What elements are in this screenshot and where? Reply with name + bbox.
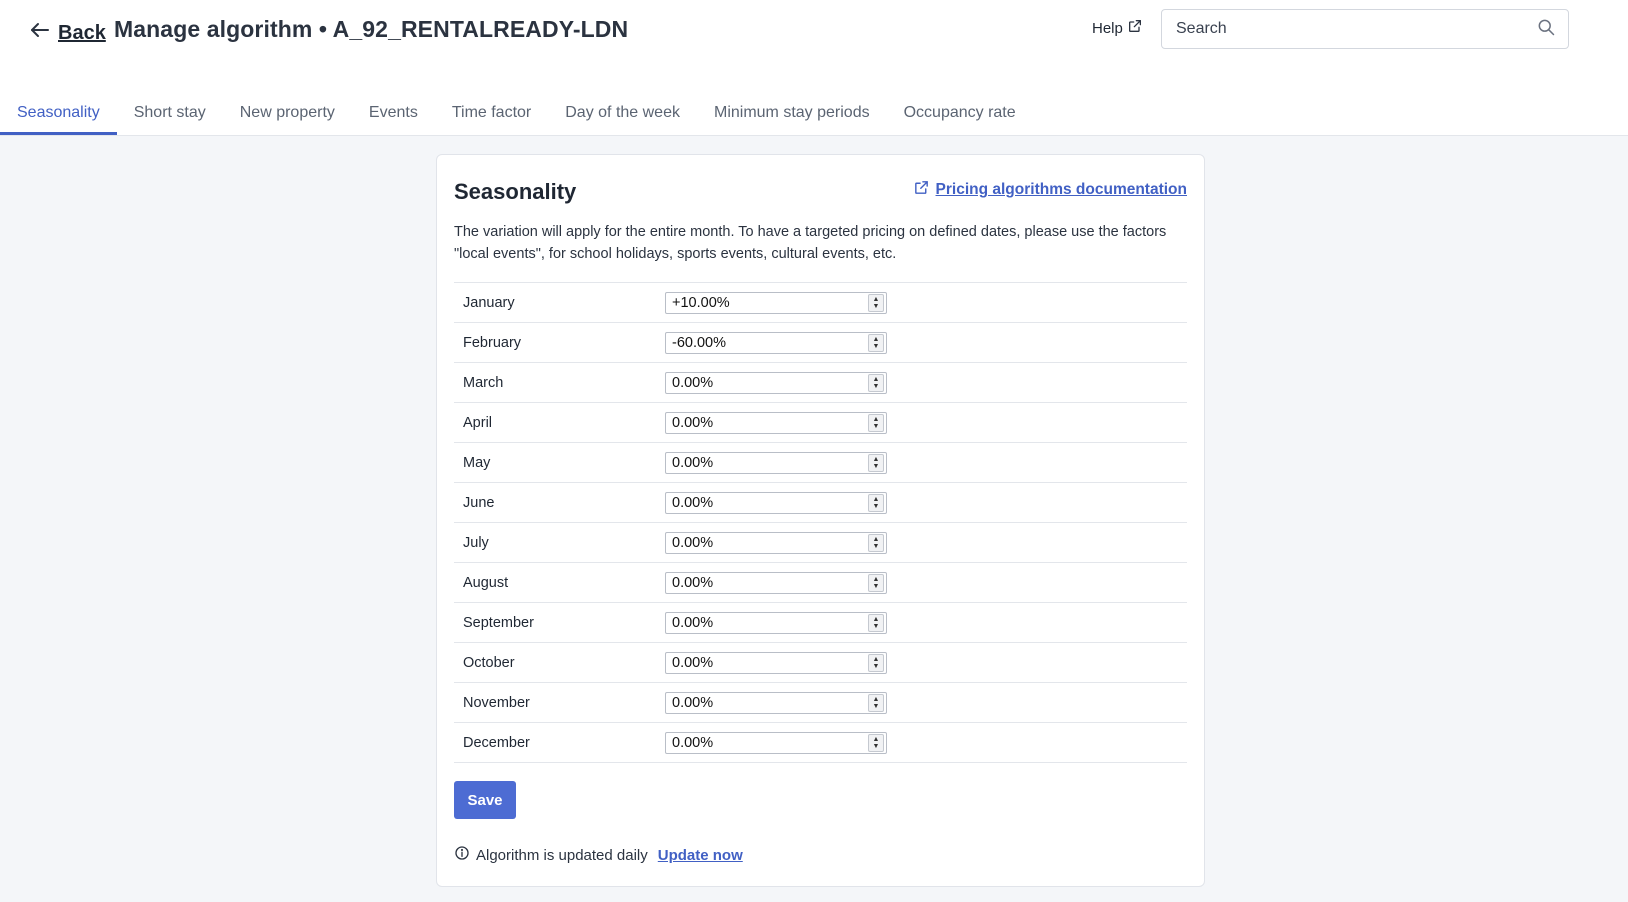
percent-input[interactable] <box>666 532 868 553</box>
percent-stepper: ▲▼ <box>665 611 887 634</box>
tab-bar: Seasonality Short stay New property Even… <box>0 96 1033 136</box>
table-row: January ▲▼ <box>454 283 1187 323</box>
spin-button-icon[interactable]: ▲ ▼ <box>868 573 884 592</box>
percent-input[interactable] <box>666 492 868 513</box>
table-row: April ▲▼ <box>454 403 1187 443</box>
spin-button-icon[interactable]: ▲ ▼ <box>868 733 884 752</box>
percent-stepper: ▲▼ <box>665 331 887 354</box>
percent-input[interactable] <box>666 412 868 433</box>
percent-input[interactable] <box>666 372 868 393</box>
month-label: June <box>463 494 495 511</box>
table-row: February ▲▼ <box>454 323 1187 363</box>
month-label: September <box>463 614 534 631</box>
percent-stepper: ▲▼ <box>665 691 887 714</box>
month-label: August <box>463 574 509 591</box>
tab-day-of-the-week[interactable]: Day of the week <box>548 96 697 135</box>
spin-button-icon[interactable]: ▲ ▼ <box>868 453 884 472</box>
percent-stepper: ▲▼ <box>665 491 887 514</box>
external-link-icon <box>913 179 930 201</box>
percent-input[interactable] <box>666 652 868 673</box>
table-row: October ▲▼ <box>454 643 1187 683</box>
percent-stepper: ▲▼ <box>665 731 887 754</box>
month-label: November <box>463 694 530 711</box>
month-label: December <box>463 734 530 751</box>
spin-button-icon[interactable]: ▲ ▼ <box>868 693 884 712</box>
tab-time-factor[interactable]: Time factor <box>435 96 548 135</box>
percent-stepper: ▲▼ <box>665 371 887 394</box>
table-row: December ▲▼ <box>454 723 1187 763</box>
search-icon[interactable] <box>1536 17 1556 42</box>
month-label: April <box>463 414 493 431</box>
table-row: September ▲▼ <box>454 603 1187 643</box>
spin-button-icon[interactable]: ▲ ▼ <box>868 293 884 312</box>
tab-occupancy-rate[interactable]: Occupancy rate <box>887 96 1033 135</box>
back-label: Back <box>58 21 106 44</box>
month-table: January ▲▼ February ▲▼ March ▲▼ April <box>454 282 1187 763</box>
table-row: November ▲▼ <box>454 683 1187 723</box>
table-row: May ▲▼ <box>454 443 1187 483</box>
documentation-link-label: Pricing algorithms documentation <box>935 181 1187 198</box>
month-label: February <box>463 334 522 351</box>
percent-input[interactable] <box>666 332 868 353</box>
spin-button-icon[interactable]: ▲ ▼ <box>868 413 884 432</box>
update-status: Algorithm is updated daily Update now <box>454 845 743 865</box>
search-box <box>1161 9 1569 49</box>
seasonality-card: Seasonality Pricing algorithms documenta… <box>436 154 1205 887</box>
save-button[interactable]: Save <box>454 781 516 819</box>
update-now-link[interactable]: Update now <box>658 847 743 864</box>
percent-input[interactable] <box>666 452 868 473</box>
percent-stepper: ▲▼ <box>665 531 887 554</box>
tab-minimum-stay-periods[interactable]: Minimum stay periods <box>697 96 887 135</box>
card-description: The variation will apply for the entire … <box>454 224 1167 262</box>
search-input[interactable] <box>1176 20 1536 38</box>
month-label: March <box>463 374 504 391</box>
percent-input[interactable] <box>666 612 868 633</box>
table-row: March ▲▼ <box>454 363 1187 403</box>
top-bar: Back Manage algorithm • A_92_RENTALREADY… <box>0 0 1628 136</box>
spin-button-icon[interactable]: ▲ ▼ <box>868 493 884 512</box>
external-link-icon <box>1127 18 1143 38</box>
percent-input[interactable] <box>666 692 868 713</box>
info-icon <box>454 845 470 865</box>
month-label: October <box>463 654 515 671</box>
help-link[interactable]: Help <box>1092 18 1143 38</box>
card-title: Seasonality <box>454 179 577 204</box>
percent-input[interactable] <box>666 572 868 593</box>
tab-seasonality[interactable]: Seasonality <box>0 96 117 135</box>
spin-button-icon[interactable]: ▲ ▼ <box>868 373 884 392</box>
documentation-link[interactable]: Pricing algorithms documentation <box>913 179 1187 201</box>
update-text: Algorithm is updated daily <box>476 846 648 864</box>
page-title: Manage algorithm • A_92_RENTALREADY-LDN <box>114 16 629 42</box>
back-link[interactable]: Back <box>28 18 106 48</box>
month-label: July <box>463 534 489 551</box>
percent-stepper: ▲▼ <box>665 451 887 474</box>
table-row: August ▲▼ <box>454 563 1187 603</box>
table-row: June ▲▼ <box>454 483 1187 523</box>
spin-button-icon[interactable]: ▲ ▼ <box>868 533 884 552</box>
percent-input[interactable] <box>666 732 868 753</box>
percent-stepper: ▲▼ <box>665 411 887 434</box>
table-row: July ▲▼ <box>454 523 1187 563</box>
tab-new-property[interactable]: New property <box>223 96 352 135</box>
percent-stepper: ▲▼ <box>665 651 887 674</box>
percent-stepper: ▲▼ <box>665 571 887 594</box>
percent-input[interactable] <box>666 292 868 313</box>
percent-stepper: ▲▼ <box>665 291 887 314</box>
tab-events[interactable]: Events <box>352 96 435 135</box>
month-label: January <box>463 294 515 311</box>
month-label: May <box>463 454 491 471</box>
help-label: Help <box>1092 19 1123 37</box>
spin-button-icon[interactable]: ▲ ▼ <box>868 333 884 352</box>
arrow-left-icon <box>28 18 52 48</box>
spin-button-icon[interactable]: ▲ ▼ <box>868 653 884 672</box>
tab-short-stay[interactable]: Short stay <box>117 96 223 135</box>
spin-button-icon[interactable]: ▲ ▼ <box>868 613 884 632</box>
